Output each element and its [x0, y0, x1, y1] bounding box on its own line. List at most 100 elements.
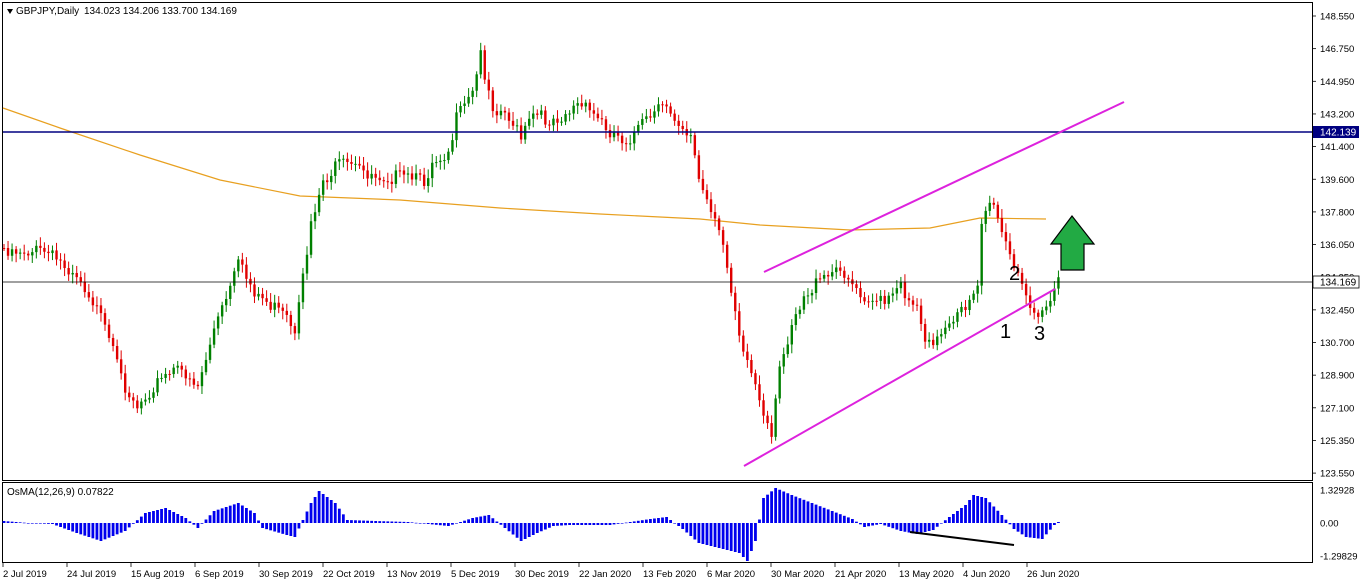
- candle-body: [277, 302, 280, 308]
- osma-bar: [119, 523, 123, 533]
- candle-body: [317, 194, 321, 213]
- candle-body: [891, 293, 894, 296]
- candle-body: [63, 260, 66, 269]
- candle-body: [27, 253, 30, 256]
- candle-body: [47, 251, 50, 254]
- candle-body: [774, 398, 777, 437]
- candle-body: [208, 344, 212, 360]
- osma-bar: [196, 523, 200, 528]
- osma-bar: [851, 519, 854, 523]
- candle-body: [907, 298, 911, 301]
- candle-body: [810, 292, 814, 296]
- osma-bar: [1040, 523, 1044, 539]
- osma-bar: [309, 503, 313, 523]
- osma-bar: [673, 523, 677, 524]
- candle-body: [645, 116, 648, 120]
- osma-bar: [438, 523, 442, 526]
- candle-body: [483, 50, 486, 80]
- osma-bar: [26, 523, 30, 524]
- candle-body: [887, 295, 890, 304]
- time-tick-label: 2 Jul 2019: [3, 569, 47, 580]
- osma-bar: [560, 523, 563, 526]
- candle-body: [330, 175, 333, 183]
- candle-body: [616, 132, 620, 136]
- osma-bar: [842, 515, 846, 523]
- candle-body: [156, 378, 159, 393]
- price-panel[interactable]: [2, 2, 1313, 481]
- osma-bar: [216, 509, 220, 523]
- osma-bar: [131, 523, 135, 524]
- candle-body: [152, 392, 155, 398]
- osma-bar: [148, 512, 151, 523]
- candle-body: [144, 399, 147, 402]
- osma-bar: [160, 509, 163, 523]
- candle-body: [976, 285, 979, 294]
- candle-body: [972, 293, 975, 300]
- candle-body: [758, 384, 761, 401]
- candle-body: [180, 365, 183, 370]
- candle-body: [467, 96, 470, 104]
- candle-body: [649, 116, 652, 118]
- price-tick-label: 125.350: [1320, 436, 1354, 447]
- candle-body: [919, 305, 923, 324]
- osma-bar: [883, 523, 887, 526]
- time-tick-label: 21 Apr 2020: [835, 569, 886, 580]
- osma-bar: [818, 506, 822, 523]
- osma-bar: [964, 505, 967, 523]
- osma-bar: [22, 522, 26, 524]
- candle-body: [160, 377, 163, 379]
- osma-bar: [1024, 523, 1028, 537]
- osma-bar: [418, 523, 422, 524]
- trading-chart[interactable]: 1 2 3 GBPJPY,Daily 134.023 134.206 133.7…: [0, 0, 1362, 584]
- osma-bar: [1048, 523, 1052, 530]
- candle-body: [111, 337, 115, 347]
- time-tick-label: 30 Dec 2019: [515, 569, 569, 580]
- osma-bar: [636, 520, 640, 523]
- time-axis[interactable]: 2 Jul 2019 24 Jul 2019 15 Aug 2019 6 Sep 20…: [2, 563, 1079, 580]
- osma-bar: [535, 523, 539, 533]
- time-tick-label: 26 Jun 2020: [1027, 569, 1079, 580]
- osma-bar: [434, 523, 438, 525]
- osma-bar: [390, 521, 394, 523]
- candle-body: [794, 314, 798, 326]
- osma-bar: [871, 523, 874, 526]
- osma-bar: [996, 510, 1000, 523]
- candle-body: [867, 301, 870, 303]
- osma-bar: [483, 515, 487, 523]
- candle-body: [843, 270, 846, 278]
- candle-body: [944, 327, 947, 335]
- candle-body: [301, 273, 305, 303]
- candle-body: [422, 174, 426, 186]
- osma-bar: [927, 523, 931, 531]
- candle-body: [386, 181, 389, 183]
- osma-bar: [414, 522, 418, 524]
- candle-body: [940, 334, 943, 337]
- candle-body: [188, 378, 192, 380]
- price-axis[interactable]: 148.550 146.750 144.950 143.200 141.400 139.6…: [1312, 12, 1354, 480]
- osma-bar: [592, 523, 596, 525]
- candle-body: [899, 282, 903, 289]
- candle-body: [390, 181, 394, 184]
- candle-body: [592, 110, 596, 114]
- osma-bar: [806, 501, 810, 523]
- osma-bar: [632, 521, 636, 523]
- candle-body: [964, 306, 967, 311]
- osma-bar: [665, 517, 668, 523]
- osma-bar: [863, 523, 866, 527]
- osma-bar: [55, 523, 58, 526]
- ohlc-label: 134.023 134.206 133.700 134.169: [84, 6, 237, 17]
- osma-bar: [180, 516, 184, 523]
- osma-bar: [95, 523, 99, 540]
- osma-bar: [608, 523, 612, 525]
- candle-body: [2, 248, 6, 249]
- candle-body: [556, 118, 559, 123]
- osma-bar: [875, 523, 879, 525]
- osma-bar: [952, 514, 955, 523]
- candle-body: [693, 135, 697, 156]
- osma-bar: [240, 505, 244, 523]
- osma-bar: [507, 523, 511, 532]
- osma-bar: [99, 523, 103, 541]
- osma-bar: [968, 500, 971, 523]
- osma-bar: [830, 511, 834, 523]
- candle-body: [818, 278, 822, 280]
